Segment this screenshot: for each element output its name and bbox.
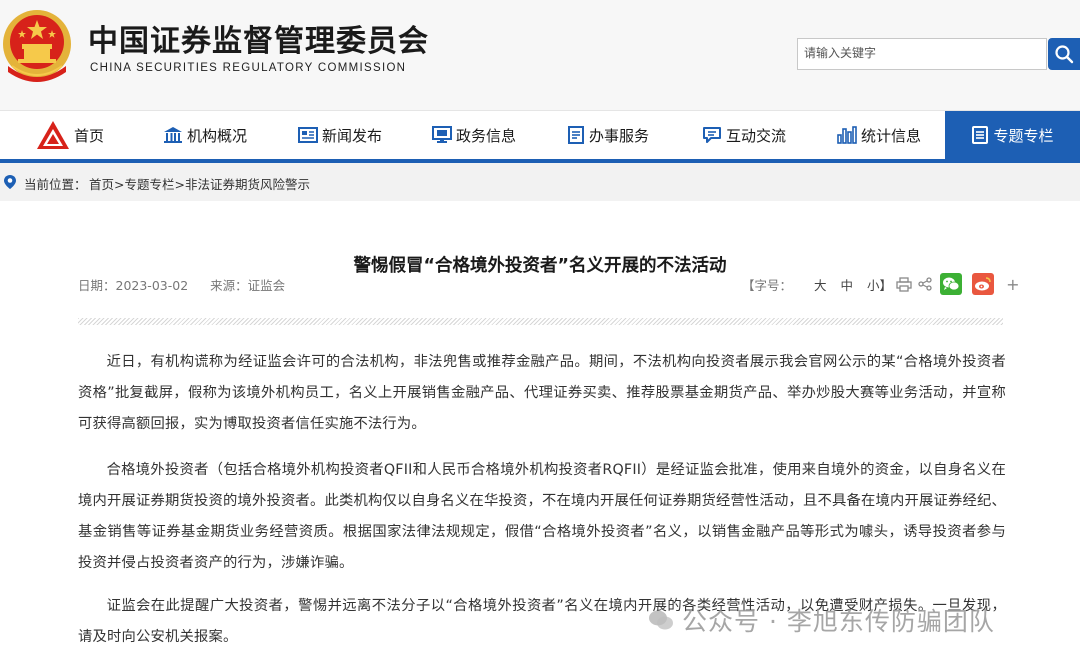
font-size-large-button[interactable]: 大	[814, 275, 827, 294]
search-button[interactable]	[1048, 38, 1080, 70]
font-size-label: 【字号：	[742, 277, 793, 293]
logo-icon	[36, 120, 70, 150]
nav-label: 专题专栏	[993, 126, 1054, 145]
nav-item-gov-info[interactable]: 政务信息	[432, 111, 516, 159]
breadcrumb-special-link[interactable]: 专题专栏	[125, 177, 175, 192]
breadcrumb-home-link[interactable]: 首页	[89, 177, 114, 192]
search-box	[797, 38, 1047, 70]
nav-item-about[interactable]: 机构概况	[163, 111, 247, 159]
nav-label: 办事服务	[589, 126, 650, 145]
building-icon	[163, 126, 183, 144]
nav-item-services[interactable]: 办事服务	[567, 111, 649, 159]
national-emblem-icon	[3, 10, 71, 82]
nav-item-interaction[interactable]: 互动交流	[702, 111, 786, 159]
monitor-icon	[432, 126, 452, 144]
nav-label: 政务信息	[456, 126, 517, 145]
search-input[interactable]	[798, 39, 1040, 67]
watermark-text: 公众号 · 李旭东传防骗团队	[682, 607, 995, 636]
nav-label: 机构概况	[187, 126, 248, 145]
weibo-share-button[interactable]	[972, 273, 995, 295]
nav-label: 互动交流	[726, 126, 787, 145]
nav-label: 首页	[74, 126, 105, 145]
article-tools: 【字号： 大 中 小】 +	[742, 273, 1019, 295]
bar-chart-icon	[837, 126, 857, 144]
weibo-icon	[975, 277, 991, 291]
article-meta: 日期：2023-03-02 来源：证监会	[78, 275, 303, 294]
breadcrumb-separator: >	[174, 177, 185, 192]
breadcrumb-label: 当前位置：	[24, 177, 87, 192]
nav-item-special[interactable]: 专题专栏	[945, 111, 1080, 159]
title-divider	[78, 318, 1003, 325]
special-icon	[971, 126, 989, 144]
article-paragraph: 近日，有机构谎称为经证监会许可的合法机构，非法兜售或推荐金融产品。期间，不法机构…	[78, 354, 1006, 432]
nav-item-news[interactable]: 新闻发布	[298, 111, 382, 159]
site-title-cn[interactable]: 中国证券监督管理委员会	[88, 16, 429, 60]
main-nav: 首页 机构概况 新闻发布 政务信息 办事服务 互动交流 统计信息 专题专栏	[0, 110, 1080, 163]
article-paragraph: 合格境外投资者（包括合格境外机构投资者QFII和人民币合格境外机构投资者RQFI…	[78, 462, 1006, 571]
more-share-button[interactable]: +	[1006, 275, 1019, 294]
breadcrumb-path: 首页>专题专栏>非法证券期货风险警示	[89, 174, 310, 193]
font-size-small-button[interactable]: 小】	[867, 275, 892, 294]
nav-item-home[interactable]: 首页	[36, 111, 104, 159]
nav-item-statistics[interactable]: 统计信息	[837, 111, 921, 159]
site-title-en: CHINA SECURITIES REGULATORY COMMISSION	[90, 62, 407, 74]
document-icon	[567, 126, 585, 144]
breadcrumb-current-link[interactable]: 非法证券期货风险警示	[185, 177, 310, 192]
wechat-share-button[interactable]	[940, 273, 963, 295]
wechat-logo-icon	[649, 610, 673, 630]
chat-icon	[702, 126, 722, 144]
wechat-icon	[943, 277, 960, 291]
article-date: 日期：2023-03-02	[78, 278, 189, 293]
breadcrumb: 当前位置： 首页>专题专栏>非法证券期货风险警示	[0, 163, 1080, 201]
location-pin-icon	[4, 175, 16, 189]
print-icon[interactable]	[896, 276, 912, 292]
nav-label: 新闻发布	[322, 126, 383, 145]
share-icon[interactable]	[918, 277, 932, 291]
site-header: 中国证券监督管理委员会 CHINA SECURITIES REGULATORY …	[0, 0, 1080, 110]
newspaper-icon	[298, 126, 318, 144]
watermark: 公众号 · 李旭东传防骗团队	[648, 600, 995, 640]
breadcrumb-separator: >	[114, 177, 125, 192]
nav-label: 统计信息	[861, 126, 922, 145]
article-source: 来源：证监会	[210, 278, 286, 293]
font-size-medium-button[interactable]: 中	[841, 275, 854, 294]
magnifier-icon	[1055, 45, 1074, 64]
